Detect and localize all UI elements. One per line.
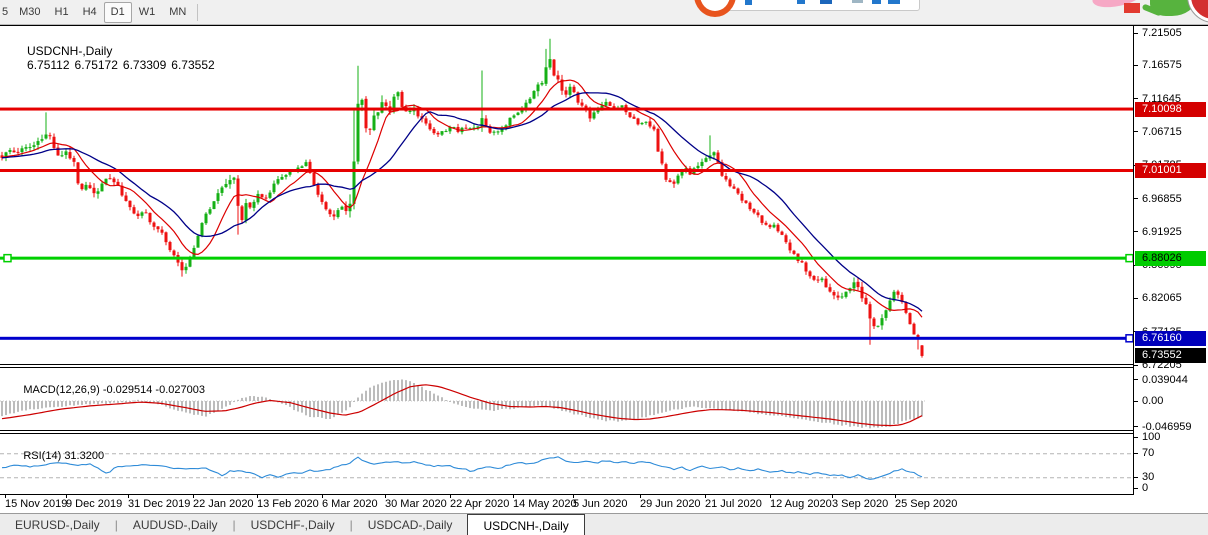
toolbar-divider (197, 4, 198, 21)
axis-tick-label: 7.06715 (1142, 126, 1182, 138)
axis-tick-dash (1134, 65, 1138, 66)
rsi-tick: 0 (1134, 481, 1148, 495)
level-price-badge: 6.88026 (1135, 251, 1206, 266)
axis-tick-label: 100 (1142, 431, 1160, 443)
rsi-tick: 70 (1134, 446, 1154, 460)
timeframe-button-m30[interactable]: M30 (12, 2, 47, 23)
macd-tick: 0.039044 (1134, 373, 1188, 387)
axis-tick-dash (1134, 401, 1138, 402)
axis-tick-dash (1134, 131, 1138, 132)
date-label[interactable]: 12 Aug 2020 (770, 498, 832, 510)
axis-tick-dash (1134, 379, 1138, 380)
ohlc-open: 6.75112 (27, 58, 70, 72)
overlay-blue-icon (745, 0, 752, 5)
axis-tick-dash (1134, 426, 1138, 427)
overlay-blue-icon (888, 0, 900, 4)
timeframe-buttons: 5M30H1H4D1W1MN (0, 0, 202, 24)
timeframe-button-h4[interactable]: H4 (76, 2, 104, 23)
metatrader-window: 5M30H1H4D1W1MN USDCNH-,Daily 6.75112 6.75… (0, 0, 1208, 535)
tab-usdchf[interactable]: USDCHF-,Daily (236, 514, 350, 535)
timeframe-button-h1[interactable]: H1 (48, 2, 76, 23)
axis-tick-label: 6.96855 (1142, 193, 1182, 205)
axis-tick-label: 7.16575 (1142, 59, 1182, 71)
date-label[interactable]: 5 Jun 2020 (573, 498, 627, 510)
tab-eurusd[interactable]: EURUSD-,Daily (0, 514, 115, 535)
tab-usdcnh[interactable]: USDCNH-,Daily (467, 514, 584, 535)
timeframe-button-mn[interactable]: MN (162, 2, 193, 23)
chart-title: USDCNH-,Daily 6.75112 6.75172 6.73309 6.735… (7, 30, 220, 86)
price-axis[interactable]: 7.215057.165757.116457.067157.017856.968… (1134, 26, 1208, 514)
chart-tabs: EURUSD-,Daily|AUDUSD-,Daily|USDCHF-,Dail… (0, 513, 1208, 535)
macd-label: MACD(12,26,9) -0.029514 -0.027003 (5, 372, 205, 408)
chart-window: USDCNH-,Daily 6.75112 6.75172 6.73309 6.735… (0, 25, 1208, 513)
date-axis[interactable]: 15 Nov 20199 Dec 2019 31 Dec 201922 Jan 2… (0, 495, 1133, 514)
date-label[interactable]: 6 Mar 2020 (322, 498, 378, 510)
axis-tick-dash (1134, 453, 1138, 454)
date-label[interactable]: 30 Mar 2020 (385, 498, 447, 510)
date-label[interactable]: 9 Dec 2019 (66, 498, 122, 510)
timeframe-button-5[interactable]: 5 (0, 2, 12, 23)
macd-values: -0.029514 -0.027003 (103, 384, 205, 396)
axis-tick-dash (1134, 98, 1138, 99)
ohlc-high: 6.75172 (75, 58, 118, 72)
mascot-red-circle (1188, 0, 1208, 22)
axis-tick-dash (1134, 437, 1138, 438)
date-label[interactable]: 22 Apr 2020 (450, 498, 509, 510)
date-label[interactable]: 3 Sep 2020 (832, 498, 888, 510)
axis-tick-label: 0.039044 (1142, 374, 1188, 386)
axis-tick-dash (1134, 477, 1138, 478)
date-label[interactable]: 31 Dec 2019 (128, 498, 190, 510)
axis-tick-label: 7.21505 (1142, 27, 1182, 39)
level-price-badge: 7.10098 (1135, 102, 1206, 117)
axis-tick-dash (1134, 198, 1138, 199)
date-label[interactable]: 14 May 2020 (513, 498, 577, 510)
level-price-badge: 7.01001 (1135, 163, 1206, 178)
chart-symbol-label: USDCNH-,Daily (27, 44, 112, 58)
rsi-name: RSI(14) (23, 450, 61, 462)
rsi-value: 31.3200 (64, 450, 104, 462)
price-tick: 6.91925 (1134, 225, 1182, 239)
price-tick: 6.82065 (1134, 291, 1182, 305)
axis-tick-label: 0 (1142, 482, 1148, 494)
axis-tick-label: 6.91925 (1142, 226, 1182, 238)
timeframe-toolbar: 5M30H1H4D1W1MN (0, 0, 1208, 25)
overlay-blue-icon (797, 0, 805, 4)
price-tick: 6.96855 (1134, 192, 1182, 206)
axis-tick-dash (1134, 488, 1138, 489)
date-label[interactable]: 21 Jul 2020 (705, 498, 762, 510)
timeframe-button-w1[interactable]: W1 (132, 2, 163, 23)
timeframe-button-d1[interactable]: D1 (104, 2, 132, 23)
price-tick: 7.16575 (1134, 58, 1182, 72)
tab-audusd[interactable]: AUDUSD-,Daily (118, 514, 233, 535)
axis-tick-label: 6.82065 (1142, 292, 1182, 304)
date-label[interactable]: 29 Jun 2020 (640, 498, 701, 510)
price-tick: 7.21505 (1134, 26, 1182, 40)
current-price-badge: 6.73552 (1135, 348, 1206, 363)
macd-tick: 0.00 (1134, 394, 1163, 408)
axis-tick-dash (1134, 298, 1138, 299)
date-label[interactable]: 15 Nov 2019 (5, 498, 67, 510)
date-label[interactable]: 22 Jan 2020 (193, 498, 254, 510)
rsi-tick: 100 (1134, 430, 1160, 444)
overlay-blue-icon (820, 0, 832, 4)
rsi-indicator-panel[interactable] (0, 434, 1133, 494)
axis-tick-dash (1134, 365, 1138, 366)
axis-tick-dash (1134, 33, 1138, 34)
ohlc-low: 6.73309 (123, 58, 166, 72)
overlay-gray-icon (852, 0, 863, 3)
tab-usdcad[interactable]: USDCAD-,Daily (353, 514, 468, 535)
axis-tick-label: 70 (1142, 447, 1154, 459)
mascot-flag-icon (1124, 3, 1140, 13)
rsi-label: RSI(14) 31.3200 (5, 438, 104, 474)
date-label[interactable]: 13 Feb 2020 (257, 498, 319, 510)
overlay-orange-icon (694, 0, 736, 17)
level-price-badge: 6.76160 (1135, 331, 1206, 346)
macd-name: MACD(12,26,9) (23, 384, 99, 396)
axis-tick-dash (1134, 231, 1138, 232)
overlay-blue-icon (872, 0, 881, 4)
date-label[interactable]: 25 Sep 2020 (895, 498, 957, 510)
ohlc-close: 6.73552 (171, 58, 214, 72)
price-tick: 7.06715 (1134, 125, 1182, 139)
axis-tick-label: 0.00 (1142, 395, 1163, 407)
